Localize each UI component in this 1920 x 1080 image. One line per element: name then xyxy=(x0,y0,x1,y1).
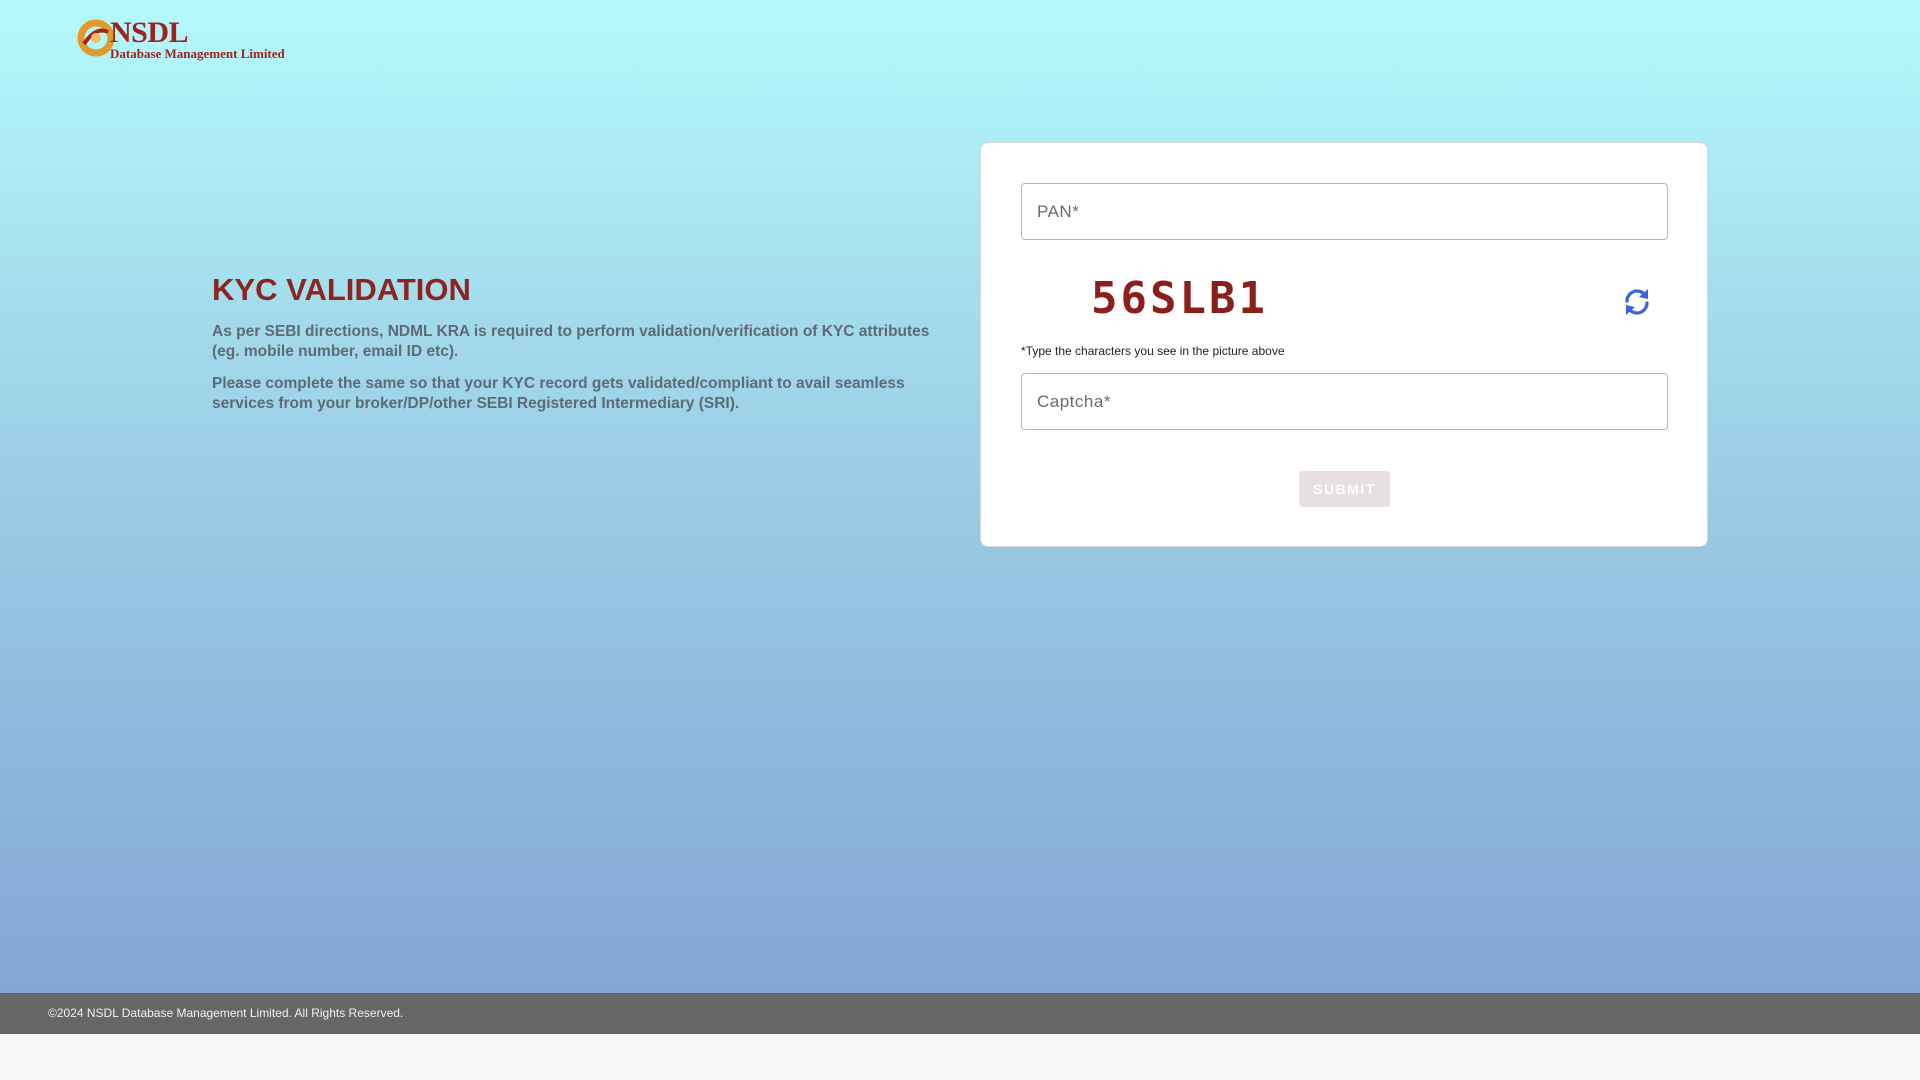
nsdl-logo: NSDL Database Management Limited xyxy=(76,16,285,62)
logo-name: NSDL xyxy=(110,16,189,49)
pan-field xyxy=(1021,183,1668,240)
intro-paragraph-1: As per SEBI directions, NDML KRA is requ… xyxy=(212,323,930,360)
intro-section: KYC VALIDATION As per SEBI directions, N… xyxy=(212,272,942,426)
footer-copyright: ©2024 NSDL Database Management Limited. … xyxy=(48,1006,404,1020)
intro-paragraph-2: Please complete the same so that your KY… xyxy=(212,375,905,412)
page-background: NSDL Database Management Limited KYC VAL… xyxy=(0,0,1920,993)
captcha-field xyxy=(1021,373,1668,430)
submit-button[interactable]: SUBMIT xyxy=(1299,471,1390,507)
footer: ©2024 NSDL Database Management Limited. … xyxy=(0,993,1920,1034)
page-title: KYC VALIDATION xyxy=(212,272,471,307)
refresh-icon[interactable] xyxy=(1621,286,1653,318)
logo-subtitle: Database Management Limited xyxy=(110,46,285,61)
captcha-image: 56SLB1 xyxy=(1091,273,1268,324)
kyc-form-card: 56SLB1 *Type the characters you see in t… xyxy=(980,142,1708,547)
captcha-input[interactable] xyxy=(1022,374,1667,429)
pan-input[interactable] xyxy=(1022,184,1667,239)
captcha-hint: *Type the characters you see in the pict… xyxy=(1021,344,1285,358)
